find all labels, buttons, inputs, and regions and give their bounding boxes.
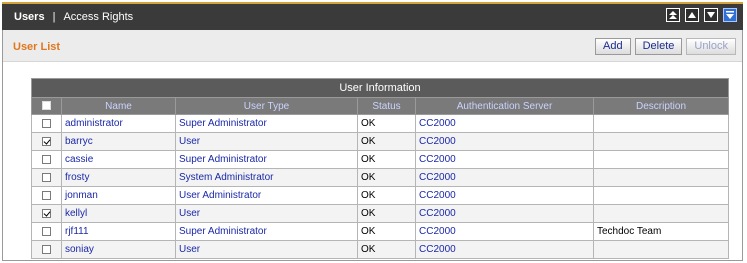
nav-tabs: Users | Access Rights: [2, 11, 133, 23]
nav-separator: |: [52, 11, 56, 23]
description-cell: [593, 114, 729, 133]
description-cell: Techdoc Team: [593, 222, 729, 241]
auth-server-link[interactable]: CC2000: [415, 222, 594, 241]
tab-access-rights[interactable]: Access Rights: [63, 11, 133, 23]
row-checkbox[interactable]: [42, 244, 51, 254]
auth-server-link[interactable]: CC2000: [415, 204, 594, 223]
table-row[interactable]: kellyl User OK CC2000: [31, 204, 729, 223]
user-type-link[interactable]: User Administrator: [175, 186, 358, 205]
row-checkbox[interactable]: [42, 208, 51, 218]
auth-server-link[interactable]: CC2000: [415, 168, 594, 187]
user-type-link[interactable]: User: [175, 132, 358, 151]
user-type-link[interactable]: Super Administrator: [175, 150, 358, 169]
toolbar-icons: [666, 8, 737, 22]
user-type-link[interactable]: User: [175, 204, 358, 223]
select-all-cell: [31, 97, 62, 115]
user-name-link[interactable]: kellyl: [61, 204, 176, 223]
top-nav-bar: Users | Access Rights: [2, 2, 743, 30]
description-cell: [593, 240, 729, 259]
auth-server-link[interactable]: CC2000: [415, 132, 594, 151]
status-cell: OK: [357, 222, 416, 241]
user-table: User Information Name User Type Status A…: [31, 78, 729, 259]
status-cell: OK: [357, 114, 416, 133]
menu-down-icon[interactable]: [723, 8, 737, 22]
action-buttons: Add Delete Unlock: [595, 38, 736, 55]
row-select-cell: [31, 186, 62, 205]
row-select-cell: [31, 114, 62, 133]
row-checkbox[interactable]: [42, 172, 51, 182]
user-type-link[interactable]: Super Administrator: [175, 222, 358, 241]
status-cell: OK: [357, 132, 416, 151]
user-name-link[interactable]: frosty: [61, 168, 176, 187]
column-header-status[interactable]: Status: [357, 97, 416, 115]
table-row[interactable]: administrator Super Administrator OK CC2000: [31, 114, 729, 133]
description-cell: [593, 150, 729, 169]
row-checkbox[interactable]: [42, 190, 51, 200]
user-name-link[interactable]: rjf111: [61, 222, 176, 241]
user-type-link[interactable]: System Administrator: [175, 168, 358, 187]
status-cell: OK: [357, 168, 416, 187]
auth-server-link[interactable]: CC2000: [415, 186, 594, 205]
row-select-cell: [31, 132, 62, 151]
table-row[interactable]: frosty System Administrator OK CC2000: [31, 168, 729, 187]
tab-users[interactable]: Users: [14, 11, 45, 23]
table-row[interactable]: soniay User OK CC2000: [31, 240, 729, 259]
table-body: administrator Super Administrator OK CC2000…: [31, 114, 729, 259]
column-header-description[interactable]: Description: [593, 97, 729, 115]
row-select-cell: [31, 222, 62, 241]
add-button[interactable]: Add: [595, 38, 631, 55]
auth-server-link[interactable]: CC2000: [415, 240, 594, 259]
page-title: User List: [13, 41, 61, 53]
row-select-cell: [31, 150, 62, 169]
row-select-cell: [31, 168, 62, 187]
select-all-checkbox[interactable]: [42, 101, 51, 111]
row-select-cell: [31, 240, 62, 259]
user-name-link[interactable]: barryc: [61, 132, 176, 151]
auth-server-link[interactable]: CC2000: [415, 114, 594, 133]
user-type-link[interactable]: Super Administrator: [175, 114, 358, 133]
row-checkbox[interactable]: [42, 226, 51, 236]
row-checkbox[interactable]: [42, 136, 51, 146]
user-table-container: User Information Name User Type Status A…: [31, 78, 729, 259]
table-caption: User Information: [31, 78, 729, 98]
description-cell: [593, 186, 729, 205]
table-row[interactable]: jonman User Administrator OK CC2000: [31, 186, 729, 205]
collapse-down-icon[interactable]: [704, 8, 718, 22]
user-name-link[interactable]: administrator: [61, 114, 176, 133]
description-cell: [593, 168, 729, 187]
delete-button[interactable]: Delete: [634, 38, 683, 55]
sub-toolbar: User List Add Delete Unlock: [3, 30, 742, 62]
row-checkbox[interactable]: [42, 118, 51, 128]
table-row[interactable]: barryc User OK CC2000: [31, 132, 729, 151]
row-checkbox[interactable]: [42, 154, 51, 164]
table-row[interactable]: cassie Super Administrator OK CC2000: [31, 150, 729, 169]
description-cell: [593, 132, 729, 151]
auth-server-link[interactable]: CC2000: [415, 150, 594, 169]
table-header-row: Name User Type Status Authentication Ser…: [31, 97, 729, 115]
description-cell: [593, 204, 729, 223]
column-header-user-type[interactable]: User Type: [175, 97, 358, 115]
user-name-link[interactable]: cassie: [61, 150, 176, 169]
collapse-up-icon[interactable]: [685, 8, 699, 22]
table-row[interactable]: rjf111 Super Administrator OK CC2000 Techdoc…: [31, 222, 729, 241]
unlock-button[interactable]: Unlock: [686, 38, 736, 55]
status-cell: OK: [357, 186, 416, 205]
user-name-link[interactable]: soniay: [61, 240, 176, 259]
status-cell: OK: [357, 240, 416, 259]
user-name-link[interactable]: jonman: [61, 186, 176, 205]
expand-icon[interactable]: [666, 8, 680, 22]
row-select-cell: [31, 204, 62, 223]
column-header-auth-server[interactable]: Authentication Server: [415, 97, 594, 115]
column-header-name[interactable]: Name: [61, 97, 176, 115]
status-cell: OK: [357, 204, 416, 223]
status-cell: OK: [357, 150, 416, 169]
user-type-link[interactable]: User: [175, 240, 358, 259]
